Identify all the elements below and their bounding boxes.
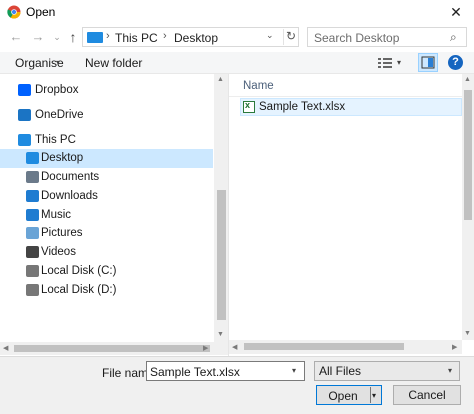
scroll-down-arrow[interactable]: ▼ xyxy=(464,330,471,337)
chevron-down-icon[interactable]: ▾ xyxy=(397,58,401,67)
sidebar-item-label: Desktop xyxy=(41,152,84,164)
sidebar-item[interactable]: Local Disk (C:) xyxy=(0,262,213,281)
breadcrumb-separator[interactable]: › xyxy=(163,30,167,42)
up-button[interactable]: ↑ xyxy=(64,28,82,46)
search-icon[interactable]: ⌕ xyxy=(450,30,457,45)
column-header-name[interactable]: Name xyxy=(243,80,274,92)
close-button[interactable]: ✕ xyxy=(444,2,468,22)
chrome-icon xyxy=(7,5,21,19)
chevron-down-icon[interactable]: ▾ xyxy=(448,366,452,375)
scroll-up-arrow[interactable]: ▲ xyxy=(464,76,471,83)
sidebar-item-label: Local Disk (C:) xyxy=(41,265,117,277)
open-button[interactable]: Open ▾ xyxy=(316,385,382,405)
sidebar-item-label: Documents xyxy=(41,171,100,183)
column-header-divider xyxy=(229,96,462,97)
sidebar-item-label: Pictures xyxy=(41,227,83,239)
sidebar-item-label: Downloads xyxy=(41,190,98,202)
breadcrumb-separator[interactable]: › xyxy=(106,30,110,42)
file-name-combobox[interactable]: ▾ xyxy=(146,361,305,381)
sidebar-item[interactable]: Desktop xyxy=(0,149,213,168)
search-box[interactable]: ⌕ xyxy=(307,27,467,47)
open-options-dropdown[interactable]: ▾ xyxy=(372,391,376,400)
dropbox-icon xyxy=(18,84,31,96)
search-input[interactable] xyxy=(314,30,444,45)
sidebar-item-label: OneDrive xyxy=(35,109,84,121)
breadcrumb-desktop[interactable]: Desktop xyxy=(174,31,218,45)
scroll-up-arrow[interactable]: ▲ xyxy=(217,76,224,83)
scroll-down-arrow[interactable]: ▼ xyxy=(217,331,224,338)
download-arrow-icon xyxy=(26,190,39,202)
desktop-icon xyxy=(26,152,39,164)
sidebar-item-label: Videos xyxy=(41,246,76,258)
music-note-icon xyxy=(26,209,39,221)
documents-icon xyxy=(26,171,39,183)
sidebar-item-label: Local Disk (D:) xyxy=(41,284,117,296)
scroll-right-arrow[interactable]: ▶ xyxy=(452,343,457,351)
computer-icon xyxy=(18,134,31,146)
sidebar-item[interactable]: Videos xyxy=(0,243,213,262)
file-list-pane[interactable] xyxy=(229,74,474,356)
preview-pane-button[interactable] xyxy=(418,53,438,72)
videos-icon xyxy=(26,246,39,258)
sidebar-item-label: Dropbox xyxy=(35,84,79,96)
sidebar-item-label: Music xyxy=(41,209,72,221)
sidebar-item[interactable]: Pictures xyxy=(0,224,213,243)
sidebar-item[interactable]: This PC xyxy=(0,131,213,150)
sidebar-item[interactable]: Dropbox xyxy=(0,81,213,100)
sidebar-item[interactable]: OneDrive xyxy=(0,106,213,125)
chevron-down-icon[interactable]: ▾ xyxy=(292,366,296,375)
file-type-select[interactable]: All Files ▾ xyxy=(314,361,460,381)
chevron-down-icon[interactable]: ⌄ xyxy=(266,30,278,41)
back-button[interactable]: ← xyxy=(7,28,25,46)
file-name-input[interactable] xyxy=(150,364,286,379)
help-button[interactable]: ? xyxy=(448,55,463,70)
command-toolbar: Organise ▾ New folder ▾ ? xyxy=(0,52,474,74)
cancel-button[interactable]: Cancel xyxy=(393,385,461,405)
scroll-left-arrow[interactable]: ◀ xyxy=(3,344,8,352)
cloud-icon xyxy=(18,109,31,121)
sidebar-item-label: This PC xyxy=(35,134,76,146)
computer-icon xyxy=(87,32,103,43)
nav-scrollbar-thumb[interactable] xyxy=(217,190,226,320)
refresh-icon[interactable]: ↻ xyxy=(283,29,298,45)
file-name[interactable]: Sample Text.xlsx xyxy=(259,101,345,113)
preview-pane-icon xyxy=(421,56,435,69)
title-bar: Open ✕ xyxy=(0,0,474,24)
open-button-label: Open xyxy=(328,389,358,403)
view-options-icon[interactable] xyxy=(378,57,392,69)
address-bar[interactable]: › This PC › Desktop ⌄ ↻ xyxy=(82,27,299,47)
sidebar-item[interactable]: Downloads xyxy=(0,187,213,206)
sidebar-item[interactable]: Documents xyxy=(0,168,213,187)
file-hscrollbar-thumb[interactable] xyxy=(244,343,404,350)
file-type-value: All Files xyxy=(319,364,362,378)
pictures-icon xyxy=(26,227,39,239)
nav-hscrollbar-thumb[interactable] xyxy=(14,345,210,352)
forward-button[interactable]: → xyxy=(29,28,47,46)
scroll-left-arrow[interactable]: ◀ xyxy=(232,343,237,351)
split-divider xyxy=(370,387,371,403)
sidebar-item[interactable]: Local Disk (D:) xyxy=(0,281,213,300)
breadcrumb-this-pc[interactable]: This PC xyxy=(115,31,158,45)
sidebar-item[interactable]: Music xyxy=(0,206,213,225)
drive-icon xyxy=(26,265,39,277)
new-folder-button[interactable]: New folder xyxy=(85,56,142,70)
excel-badge: x xyxy=(245,100,251,110)
scroll-right-arrow[interactable]: ▶ xyxy=(203,344,208,352)
window-title: Open xyxy=(26,5,56,19)
chevron-down-icon[interactable]: ▾ xyxy=(56,58,60,67)
drive-icon xyxy=(26,284,39,296)
file-scrollbar-thumb[interactable] xyxy=(464,90,472,220)
